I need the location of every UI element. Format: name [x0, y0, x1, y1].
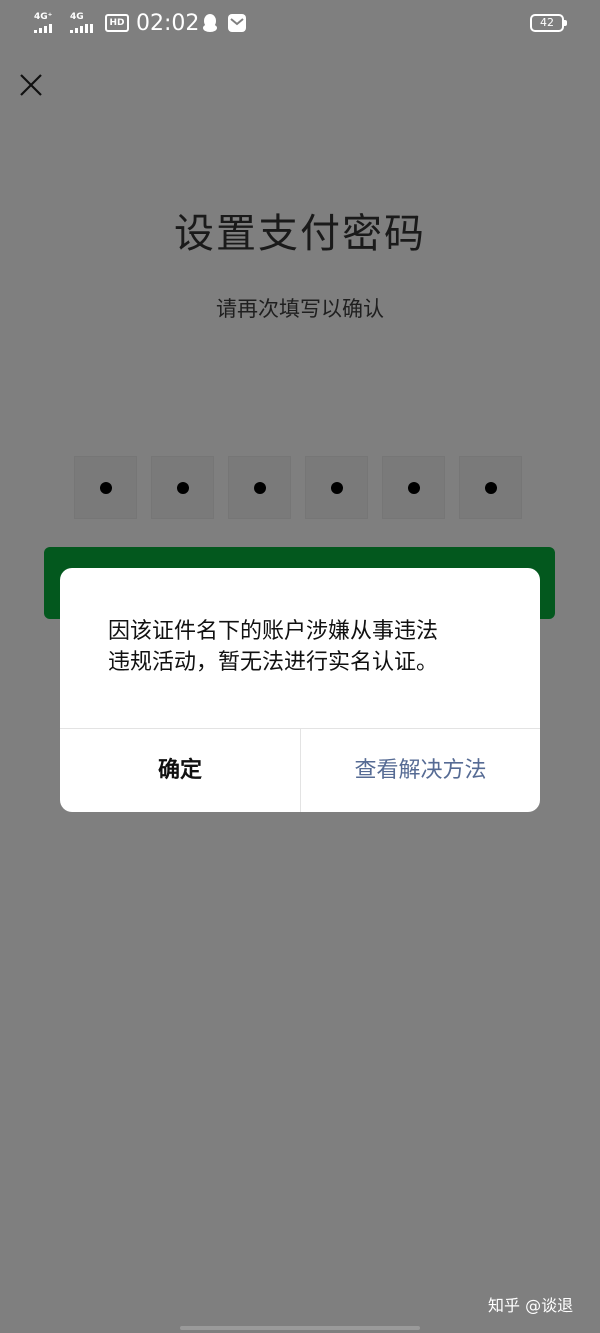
close-icon: [20, 74, 42, 96]
page-subtitle: 请再次填写以确认: [216, 297, 384, 321]
pin-digit-box[interactable]: [151, 456, 214, 519]
pin-dot: [407, 481, 420, 494]
dialog-message: 因该证件名下的账户涉嫌从事违法 违规活动，暂无法进行实名认证。: [108, 619, 439, 675]
pin-digit-box[interactable]: [74, 456, 137, 519]
sim2-network-label: 4G: [70, 12, 84, 22]
pin-dot: [484, 481, 497, 494]
pin-digit-box[interactable]: [459, 456, 522, 519]
battery-icon: 42: [530, 14, 567, 32]
pin-digit-box[interactable]: [228, 456, 291, 519]
pin-digit-box[interactable]: [305, 456, 368, 519]
view-solution-button[interactable]: 查看解决方法: [301, 729, 540, 812]
page-title: 设置支付密码: [174, 211, 426, 257]
sim1-signal-icon: 4G⁺: [34, 12, 52, 33]
message-notification-icon: [228, 14, 246, 32]
close-button[interactable]: [14, 68, 48, 102]
status-time: 02:02: [136, 11, 200, 36]
confirm-button[interactable]: 确定: [60, 729, 300, 812]
home-indicator[interactable]: [180, 1326, 420, 1330]
pin-dot: [330, 481, 343, 494]
qq-icon: [203, 14, 217, 32]
hd-voice-icon: HD: [105, 14, 129, 32]
pin-dot: [253, 481, 266, 494]
pin-dot: [99, 481, 112, 494]
sim2-signal-icon: 4G: [70, 12, 93, 33]
pin-input[interactable]: [74, 456, 522, 519]
status-bar: 4G⁺ 4G HD 02:02 42: [0, 0, 600, 48]
pin-dot: [176, 481, 189, 494]
zhihu-watermark: 知乎 @谈退: [488, 1296, 574, 1315]
screen: 4G⁺ 4G HD 02:02 42 设置支付密码 请再次填写以确认 因该证件名…: [0, 0, 600, 1333]
sim1-network-label: 4G⁺: [34, 12, 53, 22]
alert-dialog: 因该证件名下的账户涉嫌从事违法 违规活动，暂无法进行实名认证。 确定 查看解决方…: [60, 568, 540, 812]
pin-digit-box[interactable]: [382, 456, 445, 519]
